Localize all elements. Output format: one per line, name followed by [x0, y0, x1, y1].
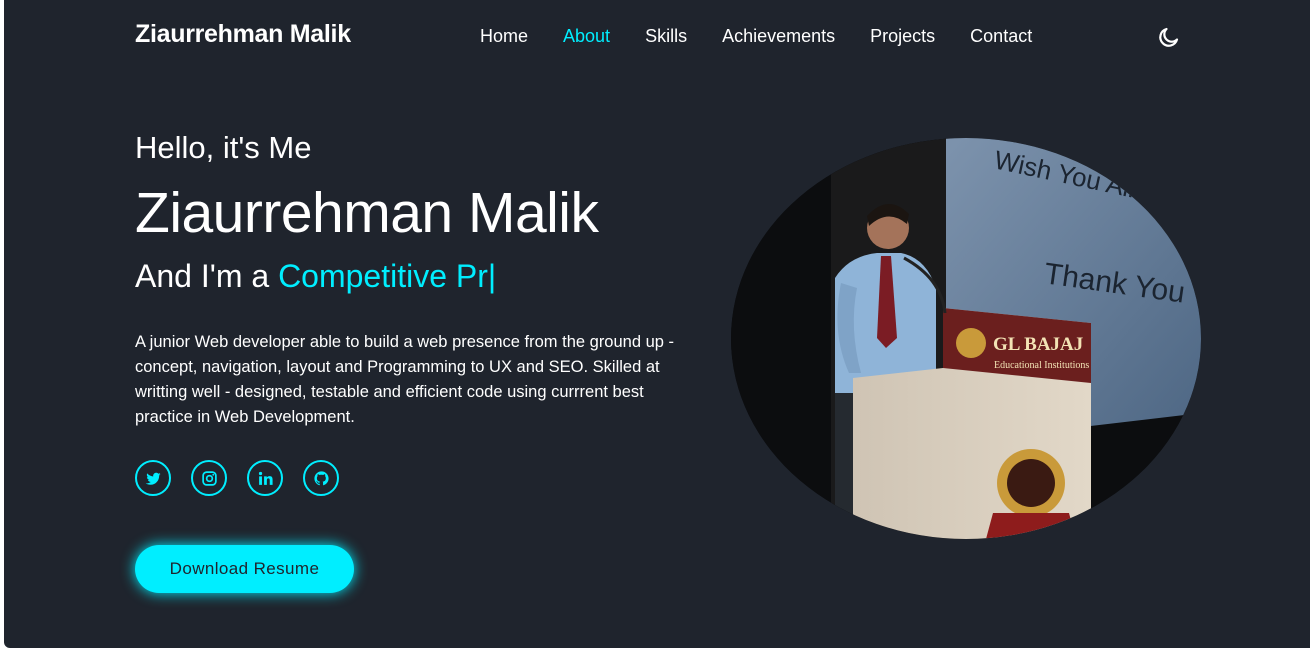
role-line: And I'm a Competitive Pr|: [135, 258, 496, 295]
page: Ziaurrehman Malik Home About Skills Achi…: [4, 0, 1310, 648]
nav-contact[interactable]: Contact: [970, 26, 1032, 47]
github-icon[interactable]: [303, 460, 339, 496]
download-resume-button[interactable]: Download Resume: [135, 545, 354, 593]
nav-projects[interactable]: Projects: [870, 26, 935, 47]
greeting: Hello, it's Me: [135, 130, 312, 165]
linkedin-icon[interactable]: [247, 460, 283, 496]
typing-cursor: |: [487, 258, 497, 294]
instagram-icon[interactable]: [191, 460, 227, 496]
nav-about[interactable]: About: [563, 26, 610, 47]
nav-home[interactable]: Home: [480, 26, 528, 47]
role-typed: Competitive Pr: [278, 258, 488, 294]
podium-brand: GL BAJAJ: [993, 334, 1083, 355]
main-nav: Home About Skills Achievements Projects …: [480, 26, 1067, 47]
nav-achievements[interactable]: Achievements: [722, 26, 835, 47]
role-prefix: And I'm a: [135, 258, 270, 294]
social-links: [135, 460, 359, 496]
hero-description: A junior Web developer able to build a w…: [135, 333, 675, 426]
site-logo[interactable]: Ziaurrehman Malik: [135, 20, 351, 49]
moon-icon[interactable]: [1157, 25, 1181, 49]
twitter-icon[interactable]: [135, 460, 171, 496]
hero-name: Ziaurrehman Malik: [135, 181, 599, 245]
podium-subtitle: Educational Institutions: [994, 360, 1089, 371]
nav-skills[interactable]: Skills: [645, 26, 687, 47]
profile-photo: Wish You All The Best Thank You GL BAJAJ…: [731, 138, 1201, 539]
